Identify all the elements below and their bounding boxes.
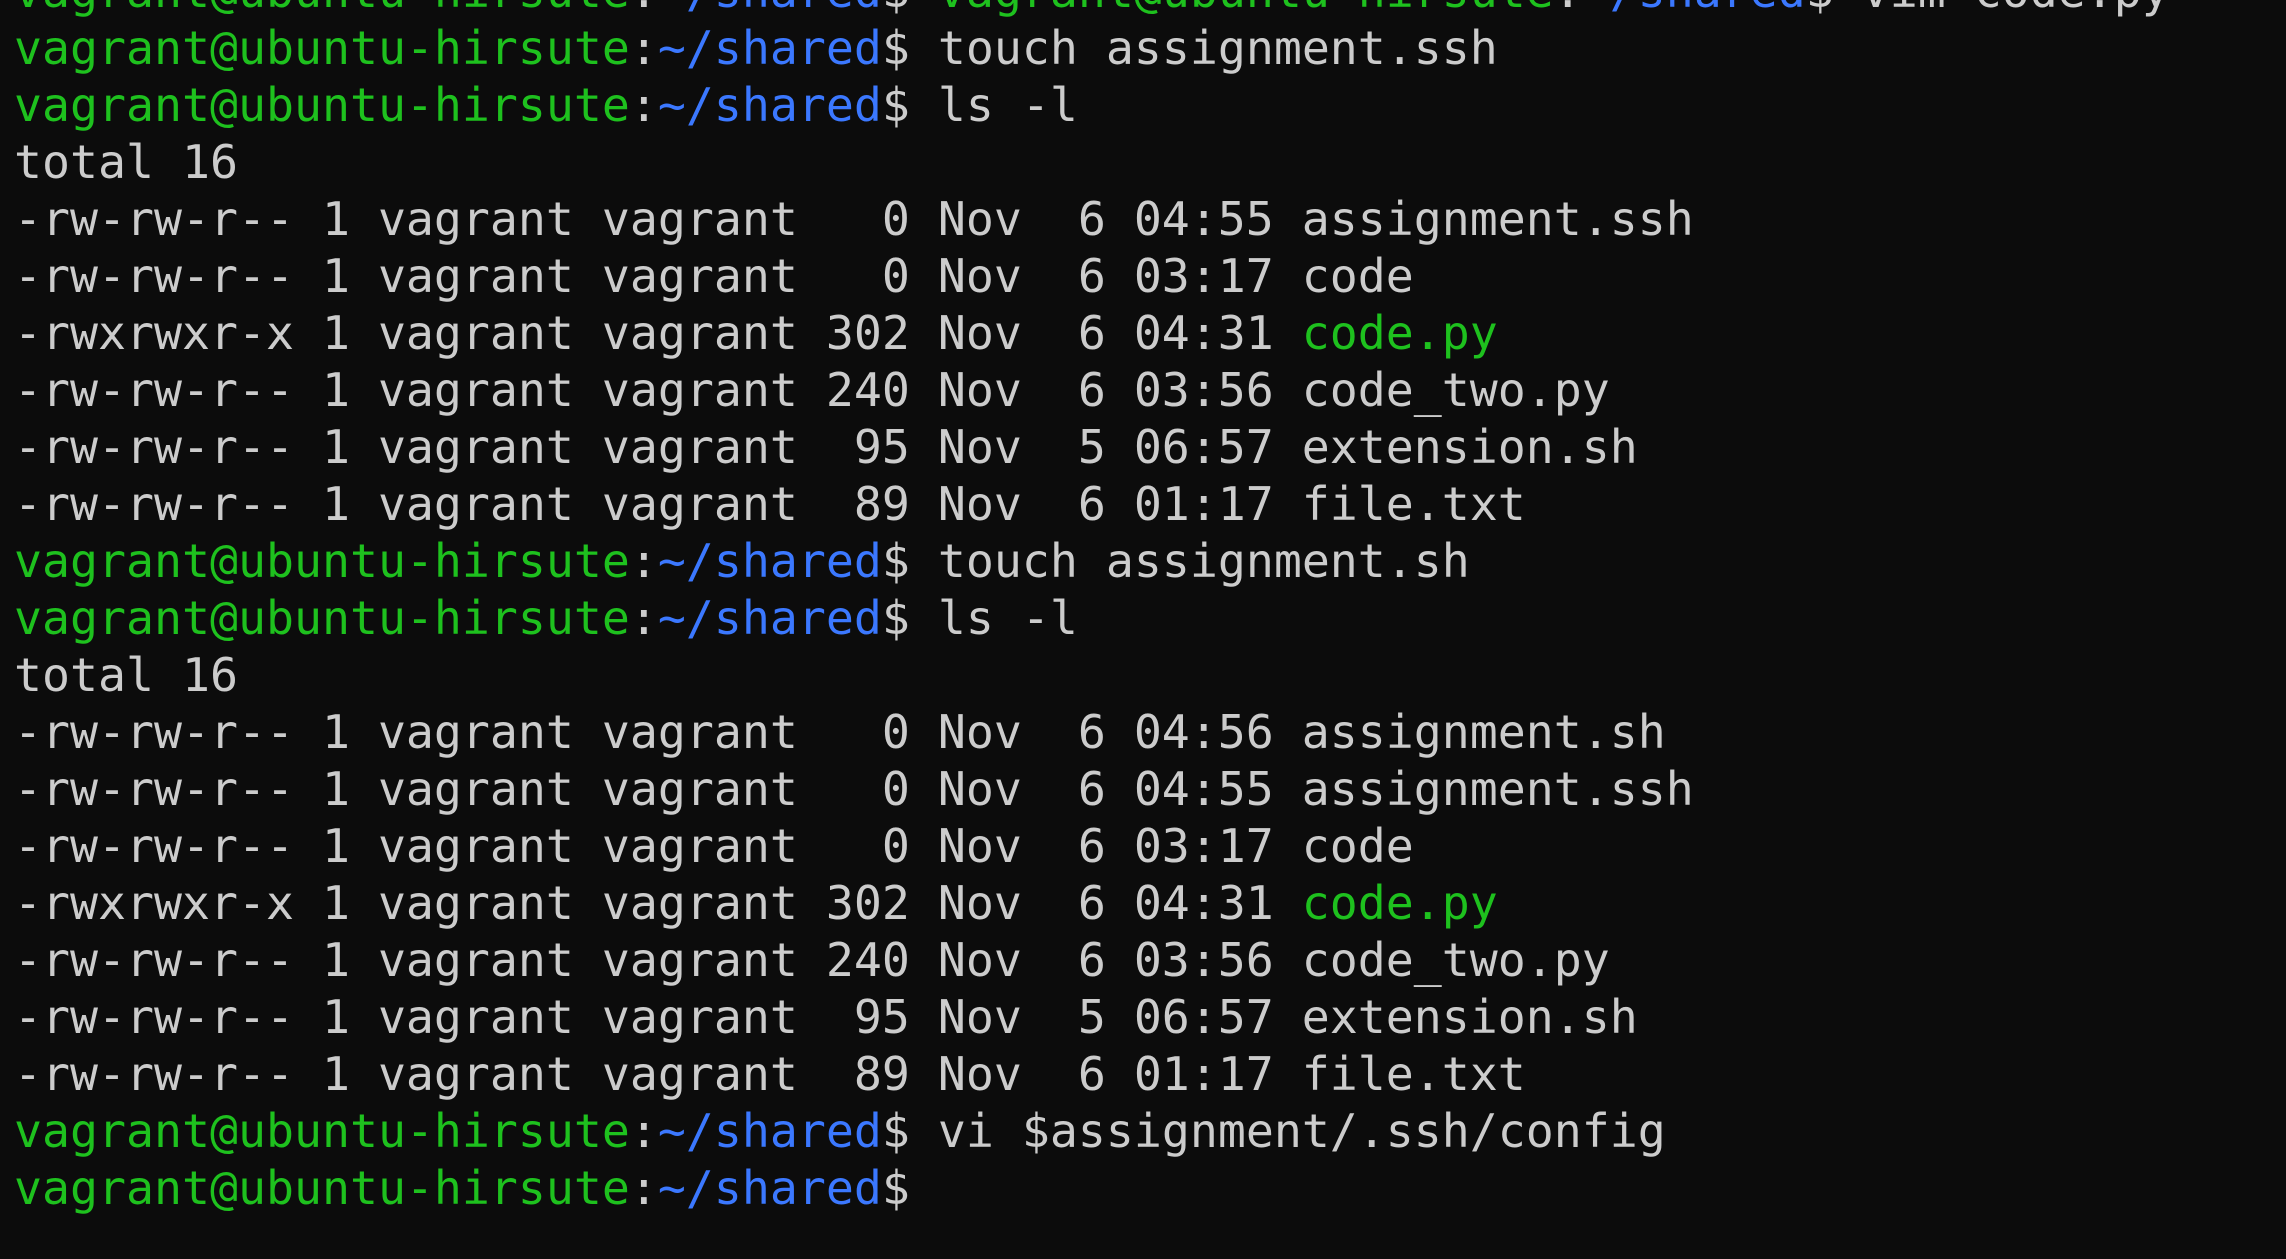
command-text: vi $assignment/.ssh/config xyxy=(937,1104,1666,1158)
file-meta: -rw-rw-r-- 1 vagrant vagrant 240 Nov 6 0… xyxy=(14,363,1302,417)
listing-row: -rw-rw-r-- 1 vagrant vagrant 89 Nov 6 01… xyxy=(14,476,2170,533)
prompt-line: vagrant@ubuntu-hirsute:~/shared$ touch a… xyxy=(14,533,2170,590)
prompt-colon: : xyxy=(629,21,658,75)
file-meta: -rwxrwxr-x 1 vagrant vagrant 302 Nov 6 0… xyxy=(14,876,1302,930)
file-meta: -rw-rw-r-- 1 vagrant vagrant 0 Nov 6 04:… xyxy=(14,192,1302,246)
file-name: code xyxy=(1301,819,1414,873)
prompt-dollar: $ xyxy=(881,534,938,588)
listing-row: -rw-rw-r-- 1 vagrant vagrant 0 Nov 6 04:… xyxy=(14,704,2170,761)
output-line: total 16 xyxy=(14,647,2170,704)
prompt-line: vagrant@ubuntu-hirsute:~/shared$ ls -l xyxy=(14,77,2170,134)
prompt-user: vagrant@ubuntu-hirsute xyxy=(14,591,630,645)
prompt-line: vagrant@ubuntu-hirsute:~/shared$ ls -l xyxy=(14,590,2170,647)
prompt-user: vagrant@ubuntu-hirsute xyxy=(938,0,1554,18)
prompt-user: vagrant@ubuntu-hirsute xyxy=(14,1104,630,1158)
prompt-dollar: $ xyxy=(881,1161,938,1215)
file-meta: -rw-rw-r-- 1 vagrant vagrant 0 Nov 6 03:… xyxy=(14,819,1302,873)
file-meta: -rw-rw-r-- 1 vagrant vagrant 0 Nov 6 03:… xyxy=(14,249,1302,303)
command-text: ls -l xyxy=(937,591,1078,645)
file-name: assignment.ssh xyxy=(1301,762,1694,816)
prompt-dollar: $ xyxy=(882,0,938,18)
prompt-user: vagrant@ubuntu-hirsute xyxy=(14,534,630,588)
prompt-dollar: $ xyxy=(881,21,938,75)
terminal-output: vagrant@ubuntu-hirsute:~/shared$ vagrant… xyxy=(14,0,2170,1217)
prompt-path: ~/shared xyxy=(657,591,882,645)
file-name: assignment.ssh xyxy=(1301,192,1694,246)
file-meta: -rw-rw-r-- 1 vagrant vagrant 95 Nov 5 06… xyxy=(14,420,1302,474)
file-name: code_two.py xyxy=(1301,933,1610,987)
prompt-line: vagrant@ubuntu-hirsute:~/shared$ vi $ass… xyxy=(14,1103,2170,1160)
file-name: code.py xyxy=(1301,876,1498,930)
prompt-path: ~/shared xyxy=(657,1104,882,1158)
file-name: code_two.py xyxy=(1301,363,1610,417)
file-name: extension.sh xyxy=(1301,990,1638,1044)
file-name: file.txt xyxy=(1301,477,1526,531)
listing-row: -rw-rw-r-- 1 vagrant vagrant 240 Nov 6 0… xyxy=(14,362,2170,419)
output-text: total 16 xyxy=(14,648,238,702)
prompt-user: vagrant@ubuntu-hirsute xyxy=(14,0,630,18)
file-name: assignment.sh xyxy=(1301,705,1666,759)
listing-row: -rwxrwxr-x 1 vagrant vagrant 302 Nov 6 0… xyxy=(14,305,2170,362)
file-name: file.txt xyxy=(1301,1047,1526,1101)
command-text: touch assignment.ssh xyxy=(937,21,1498,75)
prompt-path: ~/shared xyxy=(657,1161,882,1215)
command-text: touch assignment.sh xyxy=(937,534,1470,588)
prompt-dollar: $ xyxy=(881,591,938,645)
prompt-colon: : xyxy=(629,591,658,645)
listing-row: -rw-rw-r-- 1 vagrant vagrant 0 Nov 6 03:… xyxy=(14,818,2170,875)
listing-row: -rwxrwxr-x 1 vagrant vagrant 302 Nov 6 0… xyxy=(14,875,2170,932)
file-name: extension.sh xyxy=(1301,420,1638,474)
prompt-dollar: $ xyxy=(1806,0,1862,18)
prompt-colon: : xyxy=(1554,0,1582,18)
prompt-colon: : xyxy=(629,1161,658,1215)
listing-row: -rw-rw-r-- 1 vagrant vagrant 0 Nov 6 04:… xyxy=(14,761,2170,818)
file-meta: -rw-rw-r-- 1 vagrant vagrant 89 Nov 6 01… xyxy=(14,477,1302,531)
prompt-user: vagrant@ubuntu-hirsute xyxy=(14,1161,630,1215)
listing-row: -rw-rw-r-- 1 vagrant vagrant 240 Nov 6 0… xyxy=(14,932,2170,989)
file-meta: -rw-rw-r-- 1 vagrant vagrant 0 Nov 6 04:… xyxy=(14,762,1302,816)
prompt-colon: : xyxy=(629,78,658,132)
prompt-user: vagrant@ubuntu-hirsute xyxy=(14,78,630,132)
prompt-colon: : xyxy=(629,1104,658,1158)
prompt-path: ~/shared xyxy=(657,21,882,75)
file-name: code.py xyxy=(1301,306,1498,360)
prompt-line: vagrant@ubuntu-hirsute:~/shared$ xyxy=(14,1160,2170,1217)
terminal-window[interactable]: vagrant@ubuntu-hirsute:~/shared$ vagrant… xyxy=(0,0,2286,1259)
listing-row: -rw-rw-r-- 1 vagrant vagrant 95 Nov 5 06… xyxy=(14,989,2170,1046)
prompt-user: vagrant@ubuntu-hirsute xyxy=(14,21,630,75)
file-meta: -rw-rw-r-- 1 vagrant vagrant 95 Nov 5 06… xyxy=(14,990,1302,1044)
output-text: total 16 xyxy=(14,135,238,189)
prompt-path: ~/shared xyxy=(658,0,882,18)
prompt-line: vagrant@ubuntu-hirsute:~/shared$ touch a… xyxy=(14,20,2170,77)
prompt-dollar: $ xyxy=(881,78,938,132)
prompt-path: ~/shared xyxy=(657,78,882,132)
prompt-line: vagrant@ubuntu-hirsute:~/shared$ vagrant… xyxy=(14,0,2170,20)
command-text: ls -l xyxy=(937,78,1078,132)
output-line: total 16 xyxy=(14,134,2170,191)
file-meta: -rw-rw-r-- 1 vagrant vagrant 240 Nov 6 0… xyxy=(14,933,1302,987)
prompt-dollar: $ xyxy=(881,1104,938,1158)
file-meta: -rwxrwxr-x 1 vagrant vagrant 302 Nov 6 0… xyxy=(14,306,1302,360)
prompt-colon: : xyxy=(630,0,658,18)
file-meta: -rw-rw-r-- 1 vagrant vagrant 89 Nov 6 01… xyxy=(14,1047,1302,1101)
file-meta: -rw-rw-r-- 1 vagrant vagrant 0 Nov 6 04:… xyxy=(14,705,1302,759)
listing-row: -rw-rw-r-- 1 vagrant vagrant 89 Nov 6 01… xyxy=(14,1046,2170,1103)
listing-row: -rw-rw-r-- 1 vagrant vagrant 0 Nov 6 03:… xyxy=(14,248,2170,305)
prompt-colon: : xyxy=(629,534,658,588)
file-name: code xyxy=(1301,249,1414,303)
prompt-path: ~/shared xyxy=(657,534,882,588)
listing-row: -rw-rw-r-- 1 vagrant vagrant 95 Nov 5 06… xyxy=(14,419,2170,476)
command-text: vim code.py xyxy=(1862,0,2170,18)
prompt-path: ~/shared xyxy=(1582,0,1806,18)
listing-row: -rw-rw-r-- 1 vagrant vagrant 0 Nov 6 04:… xyxy=(14,191,2170,248)
